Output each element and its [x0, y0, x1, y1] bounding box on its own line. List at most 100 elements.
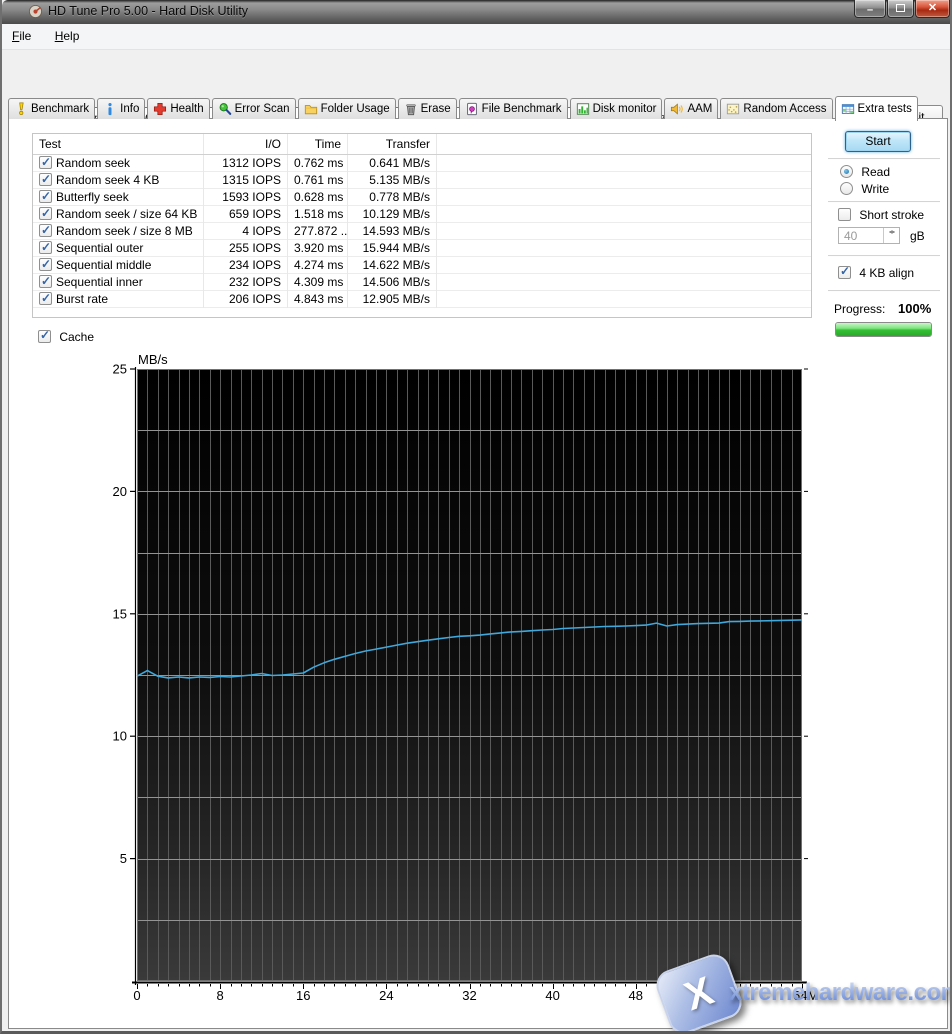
transfer-value: 15.944 MB/s: [348, 240, 437, 257]
row-checkbox[interactable]: [39, 258, 52, 271]
short-stroke-label: Short stroke: [859, 208, 924, 222]
window-title: HD Tune Pro 5.00 - Hard Disk Utility: [48, 4, 248, 18]
transfer-value: 14.593 MB/s: [348, 223, 437, 240]
aam-icon: [670, 102, 684, 116]
tab-aam[interactable]: AAM: [664, 98, 718, 119]
short-stroke-checkbox[interactable]: [838, 208, 851, 221]
close-button[interactable]: ✕: [915, 0, 950, 18]
tab-erase[interactable]: Erase: [398, 98, 457, 119]
random-access-icon: [726, 102, 740, 116]
folder-icon: [304, 102, 318, 116]
time-value: 3.920 ms: [288, 240, 348, 257]
tab-random-access[interactable]: Random Access: [720, 98, 832, 119]
size-spinner[interactable]: 40: [838, 227, 900, 244]
app-icon: [28, 4, 43, 19]
disk-monitor-icon: [576, 102, 590, 116]
filler-cell: [437, 223, 811, 240]
table-row: Sequential inner232 IOPS4.309 ms14.506 M…: [33, 274, 811, 291]
health-icon: [153, 102, 167, 116]
transfer-value: 0.778 MB/s: [348, 189, 437, 206]
menu-help[interactable]: Help: [45, 24, 90, 47]
minimize-button[interactable]: –: [854, 0, 886, 18]
cache-checkbox[interactable]: [38, 330, 51, 343]
io-value: 4 IOPS: [204, 223, 288, 240]
close-icon: ✕: [928, 2, 937, 14]
spinner-buttons[interactable]: [883, 228, 899, 243]
io-value: 234 IOPS: [204, 257, 288, 274]
read-radio[interactable]: [840, 165, 853, 178]
table-row: Random seek1312 IOPS0.762 ms0.641 MB/s: [33, 155, 811, 172]
tab-file-benchmark[interactable]: File Benchmark: [459, 98, 568, 119]
svg-text:15: 15: [113, 606, 127, 621]
svg-text:10: 10: [113, 729, 127, 744]
io-value: 659 IOPS: [204, 206, 288, 223]
time-value: 277.872 ...: [288, 223, 348, 240]
tab-info[interactable]: Info: [97, 98, 145, 119]
test-name: Random seek / size 64 KB: [56, 207, 197, 221]
row-checkbox[interactable]: [39, 224, 52, 237]
svg-text:0: 0: [133, 988, 140, 1003]
error-scan-icon: [218, 102, 232, 116]
row-checkbox[interactable]: [39, 241, 52, 254]
test-name: Butterfly seek: [56, 190, 129, 204]
extra-tests-icon: [841, 102, 855, 116]
filler-cell: [437, 257, 811, 274]
row-checkbox[interactable]: [39, 190, 52, 203]
time-value: 4.309 ms: [288, 274, 348, 291]
align-checkbox[interactable]: [838, 266, 851, 279]
transfer-value: 12.905 MB/s: [348, 291, 437, 308]
time-value: 0.762 ms: [288, 155, 348, 172]
menu-bar: File Help: [2, 24, 950, 50]
separator: [828, 158, 940, 160]
header-test: Test: [33, 134, 204, 154]
time-value: 1.518 ms: [288, 206, 348, 223]
transfer-value: 10.129 MB/s: [348, 206, 437, 223]
tab-extra-tests[interactable]: Extra tests: [835, 96, 918, 121]
svg-text:8: 8: [217, 988, 224, 1003]
test-name: Random seek 4 KB: [56, 173, 159, 187]
write-radio-row: Write: [840, 182, 889, 196]
cache-row: Cache: [38, 330, 94, 344]
row-checkbox[interactable]: [39, 292, 52, 305]
title-bar: HD Tune Pro 5.00 - Hard Disk Utility – ✕: [2, 0, 952, 24]
transfer-value: 0.641 MB/s: [348, 155, 437, 172]
test-name: Sequential middle: [56, 258, 151, 272]
watermark-text: xtremehardware.com: [729, 979, 952, 1007]
write-label: Write: [861, 182, 889, 196]
transfer-value: 5.135 MB/s: [348, 172, 437, 189]
progress-value: 100%: [898, 301, 931, 316]
tab-error-scan[interactable]: Error Scan: [212, 98, 296, 119]
size-value: 40: [844, 229, 857, 243]
toolbar: UFD 2.0 Silicon-Power4G (3 gB) – °C: [2, 50, 950, 92]
table-row: Sequential outer255 IOPS3.920 ms15.944 M…: [33, 240, 811, 257]
short-stroke-row: Short stroke: [838, 208, 924, 222]
write-radio[interactable]: [840, 182, 853, 195]
separator: [828, 255, 940, 257]
test-name: Random seek: [56, 156, 130, 170]
tab-benchmark[interactable]: Benchmark: [8, 98, 95, 119]
menu-file[interactable]: File: [2, 24, 41, 47]
row-checkbox[interactable]: [39, 275, 52, 288]
table-row: Random seek / size 8 MB4 IOPS277.872 ...…: [33, 223, 811, 240]
row-checkbox[interactable]: [39, 156, 52, 169]
app-window: HD Tune Pro 5.00 - Hard Disk Utility – ✕…: [0, 0, 952, 1034]
info-icon: [103, 102, 117, 116]
header-io: I/O: [204, 134, 288, 154]
start-button[interactable]: Start: [845, 131, 911, 152]
io-value: 232 IOPS: [204, 274, 288, 291]
row-checkbox[interactable]: [39, 207, 52, 220]
tab-folder-usage[interactable]: Folder Usage: [298, 98, 396, 119]
read-radio-row: Read: [840, 165, 890, 179]
tab-health[interactable]: Health: [147, 98, 209, 119]
file-benchmark-icon: [465, 102, 479, 116]
watermark-logo-letter: X: [679, 968, 719, 1019]
maximize-button[interactable]: [887, 0, 914, 18]
time-value: 4.843 ms: [288, 291, 348, 308]
filler-cell: [437, 240, 811, 257]
tab-disk-monitor[interactable]: Disk monitor: [570, 98, 663, 119]
time-value: 0.628 ms: [288, 189, 348, 206]
progress-label: Progress:: [834, 302, 885, 316]
row-checkbox[interactable]: [39, 173, 52, 186]
filler-cell: [437, 206, 811, 223]
io-value: 1315 IOPS: [204, 172, 288, 189]
